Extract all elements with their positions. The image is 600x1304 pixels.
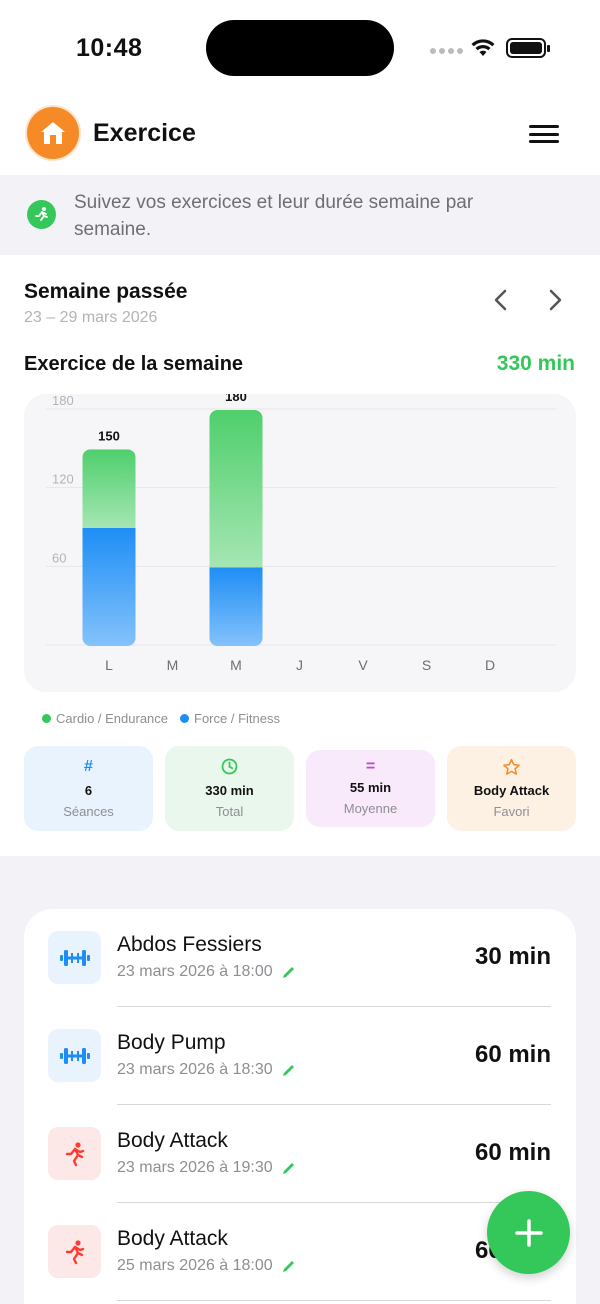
nav-bar: Exercice [0, 95, 600, 175]
menu-button[interactable] [524, 121, 564, 147]
x-tick-label: M [167, 657, 179, 673]
pencil-icon[interactable] [281, 1161, 296, 1176]
week-dates: 23 – 29 mars 2026 [24, 309, 158, 326]
stat-label: Total [215, 804, 244, 819]
clock-icon [165, 758, 294, 780]
equals-icon: = [365, 758, 376, 775]
status-bar: 10:48 [0, 0, 600, 95]
battery-icon [506, 38, 550, 58]
x-tick-label: S [422, 657, 431, 673]
x-tick-label: L [105, 657, 113, 673]
session-duration: 60 min [474, 1139, 551, 1166]
list-item[interactable]: Body Attack 23 mars 2026 à 19:30 60 min [24, 1105, 576, 1203]
session-duration: 30 min [474, 943, 551, 970]
x-tick-label: J [296, 657, 303, 673]
session-date-line: 25 mars 2026 à 18:00 [117, 1257, 296, 1275]
legend-item-cardio: Cardio / Endurance [42, 711, 168, 726]
divider [117, 1300, 551, 1301]
bar-cardio [209, 410, 263, 568]
running-figure-icon [48, 1127, 101, 1180]
x-tick-label: M [230, 657, 242, 673]
bar-force [209, 567, 263, 646]
dumbbell-icon [48, 1029, 101, 1082]
y-tick-label: 60 [52, 550, 66, 565]
running-figure-icon [27, 200, 56, 229]
session-date: 23 mars 2026 à 18:30 [117, 1061, 273, 1078]
legend-dot-force [180, 714, 190, 723]
menu-icon [529, 125, 559, 128]
page-title: Exercice [93, 119, 196, 147]
status-time: 10:48 [76, 34, 143, 62]
wifi-icon [471, 39, 495, 56]
list-item[interactable]: Body Pump 23 mars 2026 à 18:30 60 min [24, 1007, 576, 1105]
session-title: Abdos Fessiers [117, 933, 262, 956]
running-figure-icon [48, 1225, 101, 1278]
list-item[interactable]: Abdos Fessiers 23 mars 2026 à 18:00 30 m… [24, 909, 576, 1007]
stat-sessions: # 6 Séances [24, 746, 153, 831]
session-date: 23 mars 2026 à 19:30 [117, 1159, 273, 1176]
stat-value: 330 min [205, 783, 254, 798]
stat-value: Body Attack [473, 783, 550, 798]
chart-svg: 60 120 180 150 L M 180 M J V S D [46, 394, 556, 673]
week-summary-card: Semaine passée 23 – 29 mars 2026 Exercic… [0, 255, 600, 856]
session-date-line: 23 mars 2026 à 18:30 [117, 1061, 296, 1079]
stat-label: Moyenne [343, 801, 398, 816]
pencil-icon[interactable] [281, 1063, 296, 1078]
session-date: 23 mars 2026 à 18:00 [117, 963, 273, 980]
stats-row: # 6 Séances 330 min Total = 55 min Moyen… [24, 746, 576, 832]
stat-value: 55 min [349, 780, 392, 795]
chevron-left-icon[interactable] [488, 287, 514, 313]
star-icon [447, 758, 576, 782]
legend-dot-cardio [42, 714, 51, 723]
hash-icon: # [84, 758, 93, 775]
info-banner: Suivez vos exercices et leur durée semai… [0, 175, 600, 255]
legend-label-force: Force / Fitness [194, 711, 280, 726]
legend-item-force: Force / Fitness [180, 711, 280, 726]
stat-label: Séances [63, 804, 114, 819]
session-duration: 60 min [474, 1041, 551, 1068]
session-title: Body Attack [117, 1227, 228, 1250]
session-date: 25 mars 2026 à 18:00 [117, 1257, 273, 1274]
session-title: Body Attack [117, 1129, 228, 1152]
pencil-icon[interactable] [281, 965, 296, 980]
bar-total-label: 150 [98, 428, 120, 443]
week-title: Semaine passée [24, 280, 188, 303]
info-text: Suivez vos exercices et leur durée semai… [74, 192, 474, 240]
y-tick-label: 120 [52, 472, 74, 487]
weekly-chart: 60 120 180 150 L M 180 M J V S D [24, 394, 576, 692]
chart-legend: Cardio / Endurance Force / Fitness [42, 711, 280, 726]
session-date-line: 23 mars 2026 à 19:30 [117, 1159, 296, 1177]
bar-cardio [82, 449, 136, 528]
stat-total: 330 min Total [165, 746, 294, 831]
session-date-line: 23 mars 2026 à 18:00 [117, 963, 296, 981]
dynamic-island [206, 20, 394, 76]
stat-value: 6 [84, 783, 93, 798]
stat-favorite: Body Attack Favori [447, 746, 576, 831]
cellular-signal-icon [430, 48, 463, 54]
stat-average: = 55 min Moyenne [306, 750, 435, 827]
y-tick-label: 180 [52, 394, 74, 408]
add-session-button[interactable] [487, 1191, 570, 1274]
bar-force [82, 528, 136, 646]
dumbbell-icon [48, 931, 101, 984]
plus-icon [514, 1218, 543, 1247]
x-tick-label: V [358, 657, 368, 673]
session-title: Body Pump [117, 1031, 226, 1054]
home-icon[interactable] [27, 107, 79, 159]
legend-label-cardio: Cardio / Endurance [56, 711, 169, 726]
pencil-icon[interactable] [281, 1259, 296, 1274]
section-title: Exercice de la semaine [24, 353, 244, 375]
x-tick-label: D [485, 657, 495, 673]
week-total: 330 min [496, 352, 575, 375]
chevron-right-icon[interactable] [542, 287, 568, 313]
bar-total-label: 180 [225, 394, 247, 404]
stat-label: Favori [493, 804, 530, 819]
